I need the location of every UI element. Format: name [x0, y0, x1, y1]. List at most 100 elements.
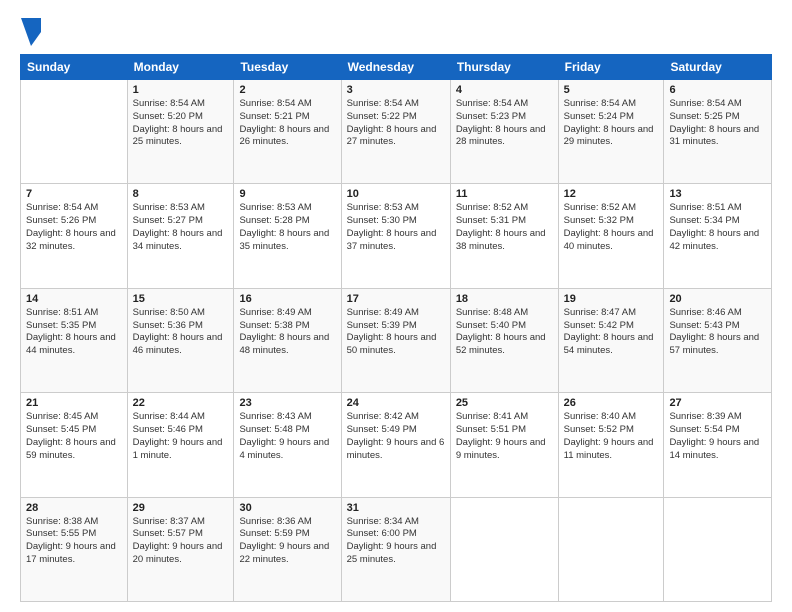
calendar-table: SundayMondayTuesdayWednesdayThursdayFrid… [20, 54, 772, 602]
calendar-cell: 27 Sunrise: 8:39 AMSunset: 5:54 PMDayligh… [664, 393, 772, 497]
day-info: Sunrise: 8:37 AMSunset: 5:57 PMDaylight:… [133, 516, 229, 567]
day-info: Sunrise: 8:54 AMSunset: 5:23 PMDaylight:… [456, 98, 553, 149]
day-info: Sunrise: 8:54 AMSunset: 5:26 PMDaylight:… [26, 202, 122, 253]
day-info: Sunrise: 8:51 AMSunset: 5:35 PMDaylight:… [26, 307, 122, 358]
calendar-cell: 24 Sunrise: 8:42 AMSunset: 5:49 PMDayligh… [341, 393, 450, 497]
calendar-week-row: 7 Sunrise: 8:54 AMSunset: 5:26 PMDaylight… [21, 184, 772, 288]
calendar-week-row: 21 Sunrise: 8:45 AMSunset: 5:45 PMDayligh… [21, 393, 772, 497]
day-info: Sunrise: 8:48 AMSunset: 5:40 PMDaylight:… [456, 307, 553, 358]
calendar-cell [558, 497, 664, 601]
day-info: Sunrise: 8:39 AMSunset: 5:54 PMDaylight:… [669, 411, 766, 462]
calendar-cell: 20 Sunrise: 8:46 AMSunset: 5:43 PMDayligh… [664, 288, 772, 392]
calendar-cell: 1 Sunrise: 8:54 AMSunset: 5:20 PMDaylight… [127, 80, 234, 184]
calendar-cell: 28 Sunrise: 8:38 AMSunset: 5:55 PMDayligh… [21, 497, 128, 601]
calendar-cell: 8Sunrise: 8:53 AMSunset: 5:27 PMDaylight… [127, 184, 234, 288]
calendar-cell: 13Sunrise: 8:51 AMSunset: 5:34 PMDayligh… [664, 184, 772, 288]
day-number: 12 [564, 188, 659, 200]
day-number: 26 [564, 397, 659, 409]
calendar-header-wednesday: Wednesday [341, 55, 450, 80]
day-number: 6 [669, 84, 766, 96]
calendar-cell: 4 Sunrise: 8:54 AMSunset: 5:23 PMDaylight… [450, 80, 558, 184]
day-number: 9 [239, 188, 335, 200]
day-number: 3 [347, 84, 445, 96]
day-number: 21 [26, 397, 122, 409]
calendar-cell: 15 Sunrise: 8:50 AMSunset: 5:36 PMDayligh… [127, 288, 234, 392]
day-info: Sunrise: 8:54 AMSunset: 5:24 PMDaylight:… [564, 98, 659, 149]
day-info: Sunrise: 8:53 AMSunset: 5:30 PMDaylight:… [347, 202, 445, 253]
calendar-cell [664, 497, 772, 601]
day-number: 24 [347, 397, 445, 409]
header [20, 18, 772, 46]
calendar-cell [21, 80, 128, 184]
day-info: Sunrise: 8:54 AMSunset: 5:22 PMDaylight:… [347, 98, 445, 149]
calendar-cell: 14 Sunrise: 8:51 AMSunset: 5:35 PMDayligh… [21, 288, 128, 392]
calendar-cell: 25Sunrise: 8:41 AMSunset: 5:51 PMDayligh… [450, 393, 558, 497]
calendar-header-saturday: Saturday [664, 55, 772, 80]
calendar-cell: 12Sunrise: 8:52 AMSunset: 5:32 PMDayligh… [558, 184, 664, 288]
day-info: Sunrise: 8:49 AMSunset: 5:39 PMDaylight:… [347, 307, 445, 358]
day-info: Sunrise: 8:49 AMSunset: 5:38 PMDaylight:… [239, 307, 335, 358]
calendar-cell: 5 Sunrise: 8:54 AMSunset: 5:24 PMDaylight… [558, 80, 664, 184]
day-info: Sunrise: 8:38 AMSunset: 5:55 PMDaylight:… [26, 516, 122, 567]
day-info: Sunrise: 8:47 AMSunset: 5:42 PMDaylight:… [564, 307, 659, 358]
calendar-cell: 30Sunrise: 8:36 AMSunset: 5:59 PMDayligh… [234, 497, 341, 601]
page: SundayMondayTuesdayWednesdayThursdayFrid… [0, 0, 792, 612]
calendar-cell: 21 Sunrise: 8:45 AMSunset: 5:45 PMDayligh… [21, 393, 128, 497]
day-number: 28 [26, 502, 122, 514]
calendar-cell: 31Sunrise: 8:34 AMSunset: 6:00 PMDayligh… [341, 497, 450, 601]
day-info: Sunrise: 8:54 AMSunset: 5:25 PMDaylight:… [669, 98, 766, 149]
calendar-week-row: 14 Sunrise: 8:51 AMSunset: 5:35 PMDayligh… [21, 288, 772, 392]
calendar-cell: 11 Sunrise: 8:52 AMSunset: 5:31 PMDayligh… [450, 184, 558, 288]
day-number: 25 [456, 397, 553, 409]
day-number: 14 [26, 293, 122, 305]
day-info: Sunrise: 8:53 AMSunset: 5:27 PMDaylight:… [133, 202, 229, 253]
calendar-cell: 6 Sunrise: 8:54 AMSunset: 5:25 PMDaylight… [664, 80, 772, 184]
calendar-week-row: 1 Sunrise: 8:54 AMSunset: 5:20 PMDaylight… [21, 80, 772, 184]
calendar-cell: 22Sunrise: 8:44 AMSunset: 5:46 PMDayligh… [127, 393, 234, 497]
day-number: 1 [133, 84, 229, 96]
day-number: 4 [456, 84, 553, 96]
day-info: Sunrise: 8:51 AMSunset: 5:34 PMDaylight:… [669, 202, 766, 253]
calendar-header-monday: Monday [127, 55, 234, 80]
calendar-cell: 7 Sunrise: 8:54 AMSunset: 5:26 PMDaylight… [21, 184, 128, 288]
calendar-cell: 19Sunrise: 8:47 AMSunset: 5:42 PMDayligh… [558, 288, 664, 392]
day-number: 22 [133, 397, 229, 409]
day-info: Sunrise: 8:45 AMSunset: 5:45 PMDaylight:… [26, 411, 122, 462]
day-info: Sunrise: 8:54 AMSunset: 5:20 PMDaylight:… [133, 98, 229, 149]
calendar-cell: 10 Sunrise: 8:53 AMSunset: 5:30 PMDayligh… [341, 184, 450, 288]
calendar-cell: 26 Sunrise: 8:40 AMSunset: 5:52 PMDayligh… [558, 393, 664, 497]
day-number: 20 [669, 293, 766, 305]
calendar-cell: 23Sunrise: 8:43 AMSunset: 5:48 PMDayligh… [234, 393, 341, 497]
day-number: 16 [239, 293, 335, 305]
day-number: 23 [239, 397, 335, 409]
logo-icon [21, 18, 41, 46]
day-number: 15 [133, 293, 229, 305]
day-info: Sunrise: 8:54 AMSunset: 5:21 PMDaylight:… [239, 98, 335, 149]
day-number: 29 [133, 502, 229, 514]
calendar-cell [450, 497, 558, 601]
day-info: Sunrise: 8:42 AMSunset: 5:49 PMDaylight:… [347, 411, 445, 462]
day-info: Sunrise: 8:50 AMSunset: 5:36 PMDaylight:… [133, 307, 229, 358]
calendar-cell: 18Sunrise: 8:48 AMSunset: 5:40 PMDayligh… [450, 288, 558, 392]
calendar-header-sunday: Sunday [21, 55, 128, 80]
day-info: Sunrise: 8:53 AMSunset: 5:28 PMDaylight:… [239, 202, 335, 253]
calendar-cell: 3 Sunrise: 8:54 AMSunset: 5:22 PMDaylight… [341, 80, 450, 184]
calendar-cell: 2 Sunrise: 8:54 AMSunset: 5:21 PMDaylight… [234, 80, 341, 184]
day-number: 27 [669, 397, 766, 409]
calendar-cell: 29 Sunrise: 8:37 AMSunset: 5:57 PMDayligh… [127, 497, 234, 601]
logo [20, 18, 41, 46]
calendar-cell: 9 Sunrise: 8:53 AMSunset: 5:28 PMDaylight… [234, 184, 341, 288]
day-number: 10 [347, 188, 445, 200]
day-info: Sunrise: 8:40 AMSunset: 5:52 PMDaylight:… [564, 411, 659, 462]
day-number: 7 [26, 188, 122, 200]
day-info: Sunrise: 8:46 AMSunset: 5:43 PMDaylight:… [669, 307, 766, 358]
day-number: 11 [456, 188, 553, 200]
calendar-header-thursday: Thursday [450, 55, 558, 80]
calendar-header-tuesday: Tuesday [234, 55, 341, 80]
day-info: Sunrise: 8:52 AMSunset: 5:31 PMDaylight:… [456, 202, 553, 253]
day-number: 31 [347, 502, 445, 514]
day-number: 5 [564, 84, 659, 96]
calendar-header-row: SundayMondayTuesdayWednesdayThursdayFrid… [21, 55, 772, 80]
day-info: Sunrise: 8:36 AMSunset: 5:59 PMDaylight:… [239, 516, 335, 567]
day-number: 2 [239, 84, 335, 96]
